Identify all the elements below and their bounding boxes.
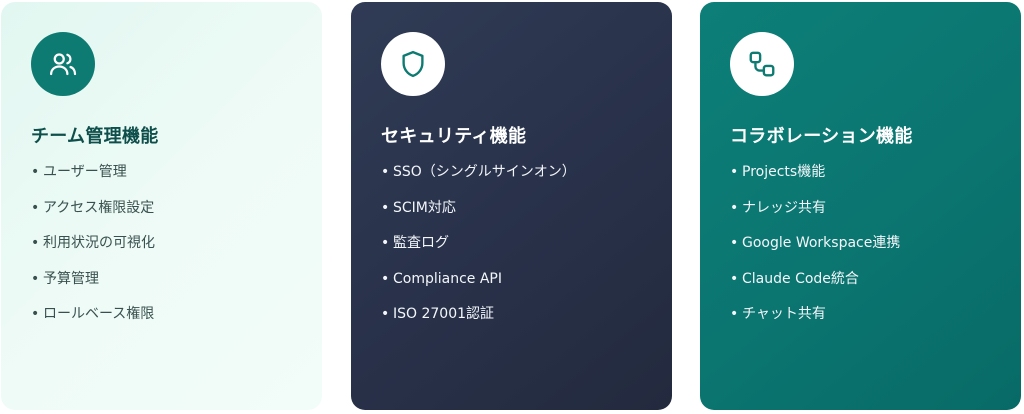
feature-label: アクセス権限設定	[43, 199, 155, 216]
collaboration-icon-badge	[730, 32, 794, 96]
feature-list: • SSO（シングルサインオン） • SCIM対応 • 監査ログ • Complianc…	[381, 162, 672, 340]
bullet: •	[730, 270, 739, 287]
list-item: • チャット共有	[730, 304, 1021, 340]
feature-label: ナレッジ共有	[742, 199, 826, 216]
feature-label: Claude Code統合	[742, 270, 859, 287]
card-title: コラボレーション機能	[730, 126, 913, 147]
bullet: •	[381, 199, 390, 216]
bullet: •	[31, 199, 40, 216]
list-item: • Google Workspace連携	[730, 233, 1021, 269]
feature-label: Google Workspace連携	[742, 235, 901, 251]
list-item: • SCIM対応	[381, 198, 672, 234]
bullet: •	[730, 306, 739, 322]
bullet: •	[31, 164, 40, 180]
feature-label: SCIM対応	[393, 199, 456, 216]
feature-label: Compliance API	[393, 270, 503, 287]
bullet: •	[381, 164, 390, 180]
feature-list: • Projects機能 • ナレッジ共有 • Google Workspace連携 …	[730, 162, 1021, 340]
list-item: • SSO（シングルサインオン）	[381, 162, 672, 198]
bullet: •	[730, 199, 739, 216]
feature-label: チャット共有	[742, 306, 826, 322]
connected-squares-icon	[749, 51, 775, 77]
list-item: • 予算管理	[31, 269, 322, 305]
list-item: • 利用状況の可視化	[31, 233, 322, 269]
bullet: •	[381, 235, 390, 251]
feature-list: • ユーザー管理 • アクセス権限設定 • 利用状況の可視化 • 予算管理 • ロールベー…	[31, 162, 322, 340]
bullet: •	[381, 270, 390, 287]
users-icon	[50, 53, 77, 76]
feature-label: 予算管理	[43, 270, 99, 287]
list-item: • 監査ログ	[381, 233, 672, 269]
bullet: •	[730, 164, 739, 180]
list-item: • ロールベース権限	[31, 304, 322, 340]
list-item: • ISO 27001認証	[381, 304, 672, 340]
feature-label: Projects機能	[742, 164, 826, 180]
shield-icon	[402, 50, 424, 78]
bullet: •	[31, 235, 40, 251]
list-item: • Claude Code統合	[730, 269, 1021, 305]
bullet: •	[730, 235, 739, 251]
feature-label: 監査ログ	[393, 235, 449, 251]
feature-label: SSO（シングルサインオン）	[393, 164, 576, 180]
bullet: •	[381, 306, 390, 322]
list-item: • Compliance API	[381, 269, 672, 305]
feature-label: 利用状況の可視化	[43, 235, 155, 251]
card-title: チーム管理機能	[31, 126, 159, 147]
security-card: セキュリティ機能 • SSO（シングルサインオン） • SCIM対応 • 監査ログ •…	[351, 2, 672, 410]
list-item: • Projects機能	[730, 162, 1021, 198]
feature-label: ISO 27001認証	[393, 306, 495, 322]
list-item: • ナレッジ共有	[730, 198, 1021, 234]
collaboration-card: コラボレーション機能 • Projects機能 • ナレッジ共有 • Google W…	[700, 2, 1021, 410]
list-item: • アクセス権限設定	[31, 198, 322, 234]
team-management-card: チーム管理機能 • ユーザー管理 • アクセス権限設定 • 利用状況の可視化 • 予算管…	[1, 2, 322, 410]
card-title: セキュリティ機能	[381, 126, 527, 147]
list-item: • ユーザー管理	[31, 162, 322, 198]
security-icon-badge	[381, 32, 445, 96]
feature-cards: チーム管理機能 • ユーザー管理 • アクセス権限設定 • 利用状況の可視化 • 予算管…	[0, 0, 1024, 414]
bullet: •	[31, 270, 40, 287]
feature-label: ロールベース権限	[43, 306, 155, 322]
bullet: •	[31, 306, 40, 322]
feature-label: ユーザー管理	[43, 164, 127, 180]
team-icon-badge	[31, 32, 95, 96]
